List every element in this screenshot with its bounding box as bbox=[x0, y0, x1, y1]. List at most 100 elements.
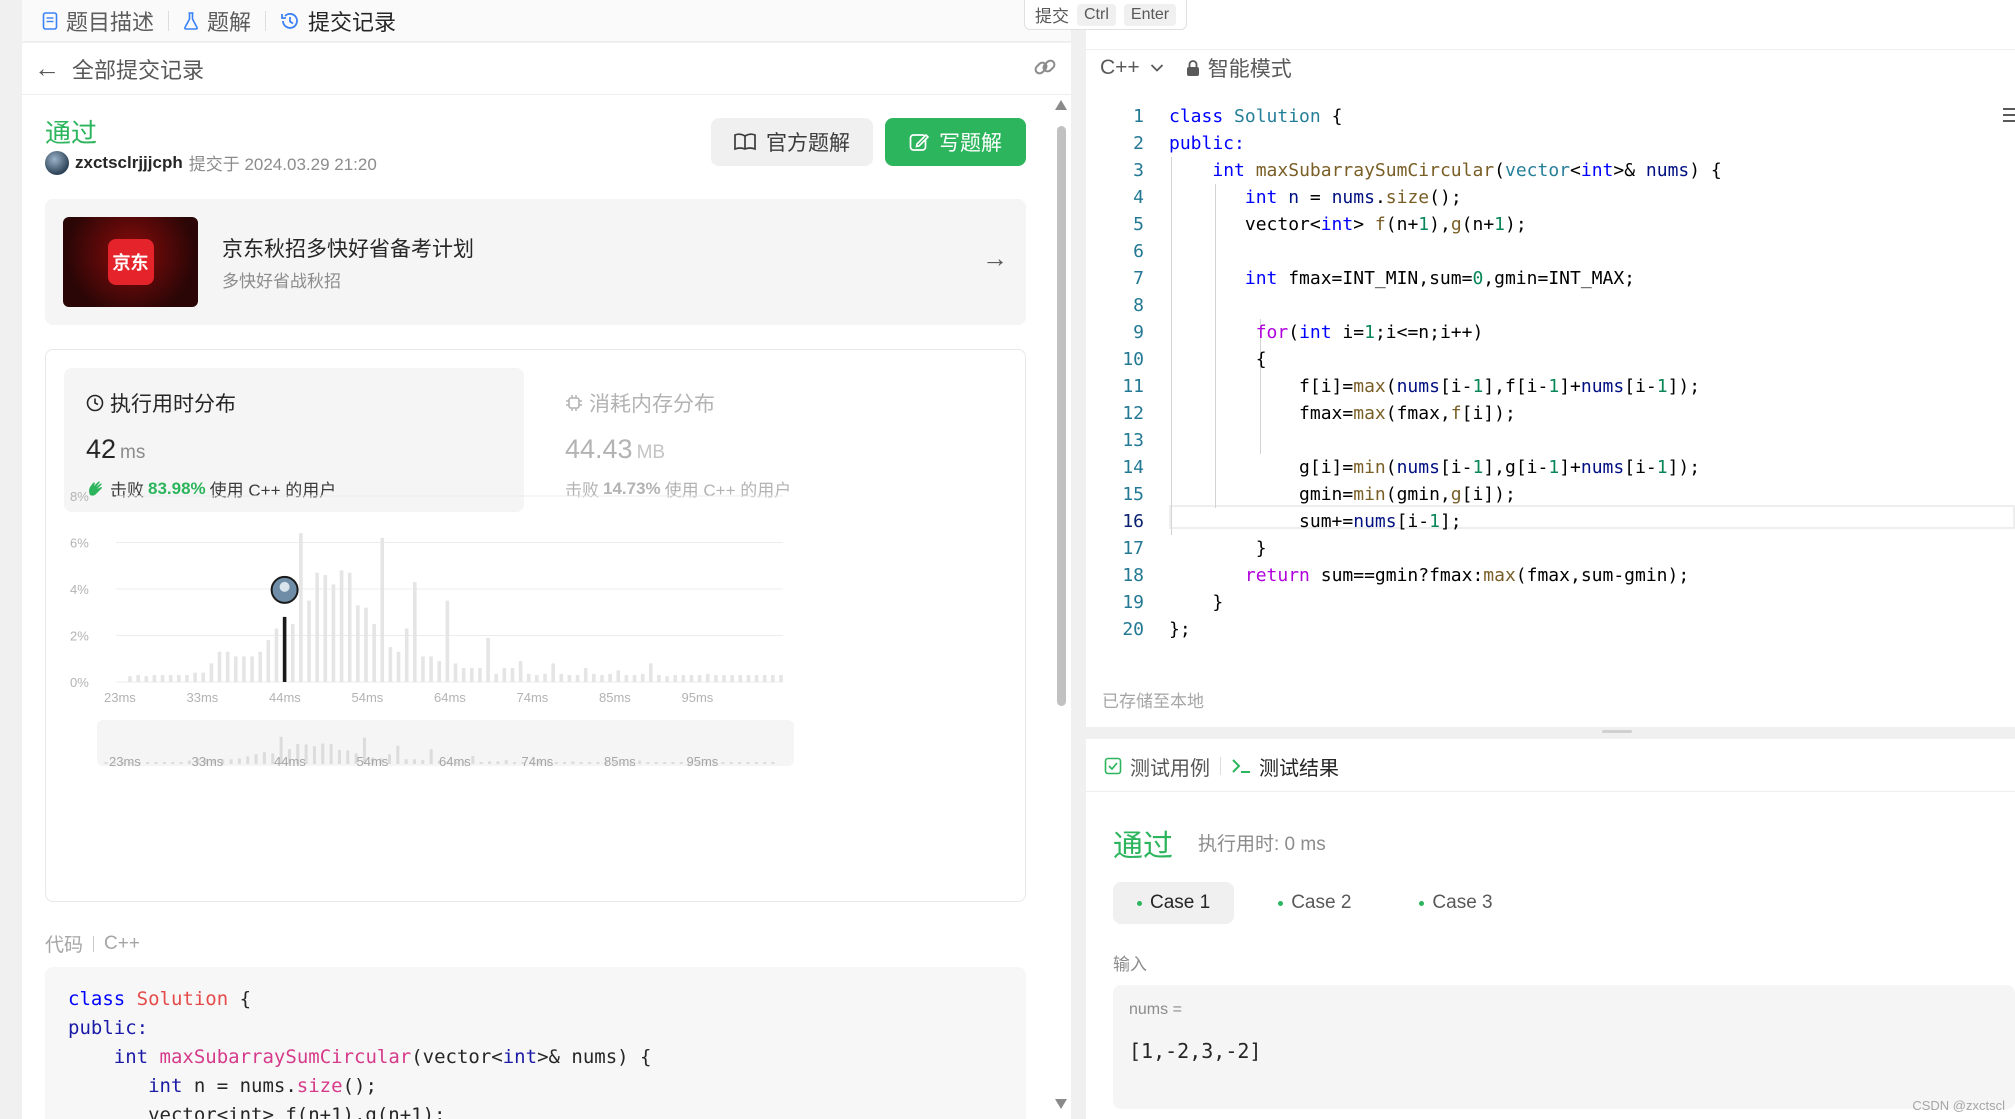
scrollbar-thumb[interactable] bbox=[1057, 126, 1066, 706]
submit-hint-bar[interactable]: 提交 Ctrl Enter bbox=[1024, 0, 1188, 30]
editor-line: 19 } bbox=[1086, 589, 2015, 616]
runtime-distribution-chart[interactable]: 0% 2% 4% 6% 8% 23ms 33ms 44ms 54ms 64ms 74ms 85ms 95… bbox=[46, 350, 1025, 901]
line-content: return sum==gmin?fmax:max(fmax,sum-gmin)… bbox=[1169, 562, 1689, 589]
test-runtime: 执行用时: 0 ms bbox=[1198, 834, 1326, 855]
scroll-up-icon[interactable] bbox=[1055, 100, 1067, 110]
overview-x-label: 74ms bbox=[522, 754, 554, 769]
smart-mode-toggle[interactable]: 智能模式 bbox=[1186, 53, 1292, 83]
lock-icon bbox=[1186, 59, 1200, 77]
overview-bar bbox=[171, 762, 175, 764]
tab-test-cases[interactable]: 测试用例 bbox=[1104, 752, 1210, 781]
username[interactable]: zxctsclrjjjcph bbox=[75, 153, 183, 173]
line-content: gmin=min(gmin,g[i]); bbox=[1169, 481, 1516, 508]
code-token: gmin= bbox=[1169, 484, 1354, 505]
chart-bar bbox=[592, 673, 596, 682]
overview-bar bbox=[638, 760, 642, 764]
overview-bar bbox=[337, 749, 341, 764]
line-content: } bbox=[1169, 589, 1223, 616]
tab-description[interactable]: 题目描述 bbox=[42, 5, 154, 37]
code-token: for bbox=[1255, 322, 1289, 343]
editor-line: 5 vector<int> f(n+1),g(n+1); bbox=[1086, 211, 2015, 238]
tab-test-result[interactable]: 测试结果 bbox=[1231, 752, 1339, 781]
avatar[interactable] bbox=[45, 150, 69, 175]
line-number: 4 bbox=[1133, 187, 1144, 208]
overview-bar bbox=[312, 746, 316, 764]
chart-bar bbox=[461, 668, 466, 682]
code-token: nums bbox=[1396, 376, 1440, 397]
overview-bar bbox=[237, 758, 241, 764]
overview-bar bbox=[763, 762, 767, 764]
chart-bar bbox=[201, 672, 206, 682]
x-tick-label: 95ms bbox=[682, 690, 714, 705]
input-param-value: [1,-2,3,-2] bbox=[1129, 1039, 1262, 1063]
chart-bar bbox=[526, 673, 531, 682]
line-content: for(int i=1;i<=n;i++) bbox=[1169, 319, 1484, 346]
code-token: >& nums) { bbox=[537, 1046, 652, 1068]
code-token: max bbox=[1353, 403, 1386, 424]
line-number: 14 bbox=[1122, 457, 1144, 478]
chart-bar bbox=[567, 675, 572, 682]
link-icon[interactable] bbox=[1033, 55, 1057, 85]
line-number: 20 bbox=[1122, 619, 1144, 640]
submit-label[interactable]: 提交 bbox=[1035, 2, 1069, 27]
input-box[interactable]: nums = [1,-2,3,-2] bbox=[1113, 985, 2015, 1109]
code-token: nums bbox=[1645, 160, 1690, 181]
language-value: C++ bbox=[1100, 56, 1140, 79]
editor-test-divider[interactable] bbox=[1086, 727, 2015, 739]
x-tick-label: 64ms bbox=[434, 690, 466, 705]
official-solution-button[interactable]: 官方题解 bbox=[711, 118, 873, 166]
code-token: ( bbox=[1494, 160, 1505, 181]
overview-bar bbox=[738, 762, 742, 764]
arrow-right-icon[interactable]: → bbox=[982, 243, 1008, 274]
write-solution-button[interactable]: 写题解 bbox=[885, 118, 1026, 166]
case-tab[interactable]: Case 3 bbox=[1395, 882, 1516, 924]
chart-bar bbox=[494, 673, 498, 682]
line-content: } bbox=[1169, 535, 1267, 562]
chart-bar bbox=[356, 605, 360, 682]
chart-bar bbox=[746, 675, 751, 682]
code-token: fmax=INT_MIN,sum= bbox=[1277, 268, 1473, 289]
tab-submissions[interactable]: 提交记录 bbox=[280, 5, 396, 37]
overview-bar bbox=[588, 762, 592, 764]
scroll-down-icon[interactable] bbox=[1055, 1099, 1067, 1109]
left-tab-bar: 题目描述 题解 提交记录 bbox=[22, 0, 1071, 42]
terminal-icon bbox=[1231, 757, 1251, 775]
overview-bar bbox=[254, 754, 258, 764]
chart-bar bbox=[502, 668, 507, 682]
line-number: 8 bbox=[1133, 295, 1144, 316]
ad-banner[interactable]: 京东 京东秋招多快好省备考计划 多快好省战秋招 → bbox=[45, 199, 1026, 325]
chart-bar bbox=[608, 673, 612, 682]
code-language: C++ bbox=[104, 932, 140, 954]
submitted-code-block[interactable]: class Solution {public: int maxSubarrayS… bbox=[45, 967, 1026, 1119]
code-token: ,gmin=INT_MAX; bbox=[1483, 268, 1636, 289]
back-arrow-icon[interactable]: ← bbox=[34, 53, 60, 84]
code-token: ( bbox=[1385, 457, 1397, 478]
chart-bar bbox=[697, 675, 702, 682]
code-token: [i- bbox=[1439, 457, 1473, 478]
code-editor[interactable]: 1 class Solution {2 public: 3 int maxSubarr… bbox=[1086, 103, 2015, 643]
y-tick-label: 0% bbox=[70, 675, 89, 690]
code-token: ],g[i- bbox=[1483, 457, 1549, 478]
chart-bar bbox=[762, 675, 767, 682]
language-select[interactable]: C++ bbox=[1100, 56, 1164, 80]
all-submissions-link[interactable]: 全部提交记录 bbox=[72, 53, 204, 85]
case-tab[interactable]: Case 2 bbox=[1254, 882, 1375, 924]
code-token: ), bbox=[1429, 214, 1451, 235]
code-token: ],f[i- bbox=[1483, 376, 1549, 397]
chart-bar bbox=[372, 623, 376, 682]
chart-bar bbox=[193, 672, 197, 682]
case-tab[interactable]: Case 1 bbox=[1113, 882, 1235, 924]
code-token: 1 bbox=[1494, 214, 1506, 235]
chart-bar bbox=[323, 575, 328, 682]
tab-solutions[interactable]: 题解 bbox=[183, 5, 251, 37]
x-tick-label: 54ms bbox=[352, 690, 384, 705]
panel-divider[interactable] bbox=[1071, 0, 1086, 1119]
overview-x-label: 33ms bbox=[192, 754, 224, 769]
resize-grip[interactable] bbox=[1602, 730, 1632, 733]
code-token: { bbox=[1169, 349, 1267, 370]
code-token: class bbox=[1169, 106, 1235, 127]
chart-bar bbox=[478, 668, 482, 682]
chart-bar bbox=[168, 675, 173, 682]
left-scrollbar[interactable] bbox=[1054, 100, 1068, 1119]
